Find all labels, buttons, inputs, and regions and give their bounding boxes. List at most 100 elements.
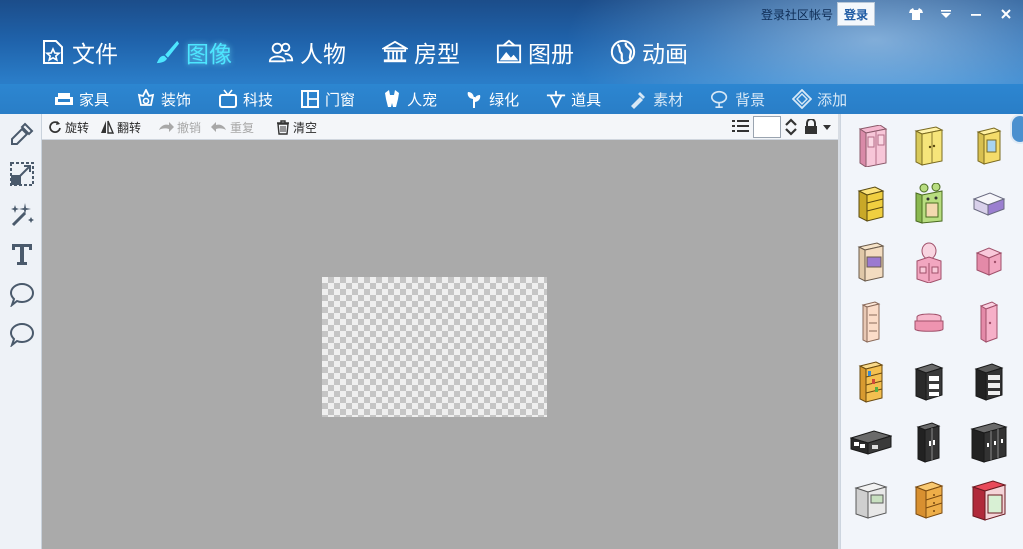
building-icon [382, 39, 408, 65]
login-community-link[interactable]: 登录社区帐号 [761, 6, 833, 23]
category-label: 道具 [571, 90, 602, 109]
red-canopy-cabinet-item[interactable] [967, 478, 1011, 522]
skin-icon[interactable] [903, 4, 929, 24]
category-label: 门窗 [325, 90, 356, 109]
login-area: 登录社区帐号 登录 [761, 2, 875, 26]
size-input[interactable] [753, 116, 781, 138]
album-icon [496, 39, 522, 65]
text-tool-icon[interactable] [8, 240, 36, 268]
green-frog-cabinet-item[interactable] [907, 182, 951, 226]
globe-icon [610, 39, 636, 65]
lock-icon[interactable] [804, 118, 818, 136]
main-nav-label: 文件 [72, 42, 118, 68]
list-view-icon[interactable] [732, 118, 750, 136]
black-wardrobe-item[interactable] [907, 420, 951, 464]
undo-button[interactable]: 撤销 [158, 118, 201, 136]
yellow-bookshelf-item[interactable] [849, 360, 893, 404]
main-nav-animation[interactable]: 动画 [610, 34, 688, 70]
category-doors-windows[interactable]: 门窗 [300, 89, 355, 110]
main-nav: 文件 图像 人物 房型 图册 动画 [40, 34, 724, 70]
main-nav-label: 人物 [300, 42, 346, 68]
pink-dressing-table-item[interactable] [907, 240, 951, 284]
white-shelf-item[interactable] [849, 478, 893, 522]
category-background[interactable]: 背景 [710, 89, 765, 110]
door-icon [300, 89, 320, 109]
category-label: 背景 [735, 90, 766, 109]
yellow-double-cabinet-item[interactable] [907, 124, 951, 168]
brush-icon [154, 39, 180, 65]
pink-wardrobe-item[interactable] [849, 124, 893, 168]
black-tv-stand-item[interactable] [849, 420, 893, 464]
material-icon [628, 89, 648, 109]
black-dresser-item[interactable] [967, 360, 1011, 404]
category-greenery[interactable]: 绿化 [464, 89, 519, 110]
redo-label: 重复 [230, 120, 255, 135]
redo-icon [211, 122, 226, 132]
purple-wardrobe-item[interactable] [849, 240, 893, 284]
minimize-button[interactable] [963, 4, 989, 24]
black-drawer-cabinet-item[interactable] [907, 360, 951, 404]
trash-icon [277, 119, 289, 135]
yellow-drawer-unit-item[interactable] [849, 182, 893, 226]
rotate-icon [49, 121, 61, 133]
clear-button[interactable]: 清空 [276, 118, 317, 136]
flip-button[interactable]: 翻转 [100, 118, 141, 136]
undo-icon [159, 122, 174, 132]
panel-collapse-tab[interactable] [1010, 114, 1023, 144]
spinner-icon[interactable] [784, 118, 798, 136]
pink-narrow-cabinet-item[interactable] [967, 300, 1011, 344]
main-nav-label: 图像 [186, 42, 232, 68]
close-button[interactable] [993, 4, 1019, 24]
main-nav-people[interactable]: 人物 [268, 34, 346, 70]
main-nav-image[interactable]: 图像 [154, 34, 232, 70]
redo-button[interactable]: 重复 [211, 118, 254, 136]
category-label: 素材 [653, 90, 684, 109]
category-tech[interactable]: 科技 [218, 89, 273, 110]
window-controls [903, 4, 1019, 24]
main-nav-album[interactable]: 图册 [496, 34, 574, 70]
catalog-panel [840, 114, 1023, 549]
background-icon [710, 89, 730, 109]
pink-small-sofa-item[interactable] [907, 300, 951, 344]
category-add[interactable]: 添加 [792, 89, 847, 110]
category-label: 装饰 [161, 90, 192, 109]
undo-label: 撤销 [177, 120, 202, 135]
flip-icon [101, 120, 114, 134]
decoration-icon [136, 89, 156, 109]
category-label: 绿化 [489, 90, 520, 109]
pet-icon [382, 89, 402, 109]
main-nav-room[interactable]: 房型 [382, 34, 460, 70]
category-furniture[interactable]: 家具 [54, 89, 109, 110]
main-nav-label: 动画 [642, 42, 688, 68]
category-label: 添加 [817, 90, 848, 109]
transparent-canvas-layer[interactable] [322, 277, 547, 417]
thought-bubble-icon[interactable] [8, 320, 36, 348]
sofa-icon [54, 89, 74, 109]
resize-tool-icon[interactable] [8, 160, 36, 188]
category-decoration[interactable]: 装饰 [136, 89, 191, 110]
speech-bubble-icon[interactable] [8, 280, 36, 308]
chevron-down-icon[interactable] [822, 118, 832, 136]
main-nav-file[interactable]: 文件 [40, 34, 118, 70]
rotate-button[interactable]: 旋转 [48, 118, 89, 136]
category-nav: 家具 装饰 科技 门窗 人宠 绿化 道具 素材 背景 添加 [0, 84, 1023, 114]
left-toolbar [0, 114, 42, 549]
wooden-drawer-chest-item[interactable] [907, 478, 951, 522]
yellow-single-cabinet-item[interactable] [967, 124, 1011, 168]
pink-nightstand-item[interactable] [967, 240, 1011, 284]
login-button[interactable]: 登录 [836, 2, 875, 26]
file-icon [40, 39, 66, 65]
drawing-canvas[interactable] [42, 140, 838, 549]
pink-tall-cabinet-item[interactable] [849, 300, 893, 344]
black-wide-wardrobe-item[interactable] [967, 420, 1011, 464]
category-people-pets[interactable]: 人宠 [382, 89, 437, 110]
category-materials[interactable]: 素材 [628, 89, 683, 110]
purple-lid-box-item[interactable] [967, 182, 1011, 226]
magic-wand-icon[interactable] [8, 200, 36, 228]
dropdown-menu-icon[interactable] [933, 4, 959, 24]
flip-label: 翻转 [117, 120, 142, 135]
rotate-label: 旋转 [65, 120, 90, 135]
brush-tool-icon[interactable] [8, 120, 36, 148]
category-props[interactable]: 道具 [546, 89, 601, 110]
prop-icon [546, 89, 566, 109]
